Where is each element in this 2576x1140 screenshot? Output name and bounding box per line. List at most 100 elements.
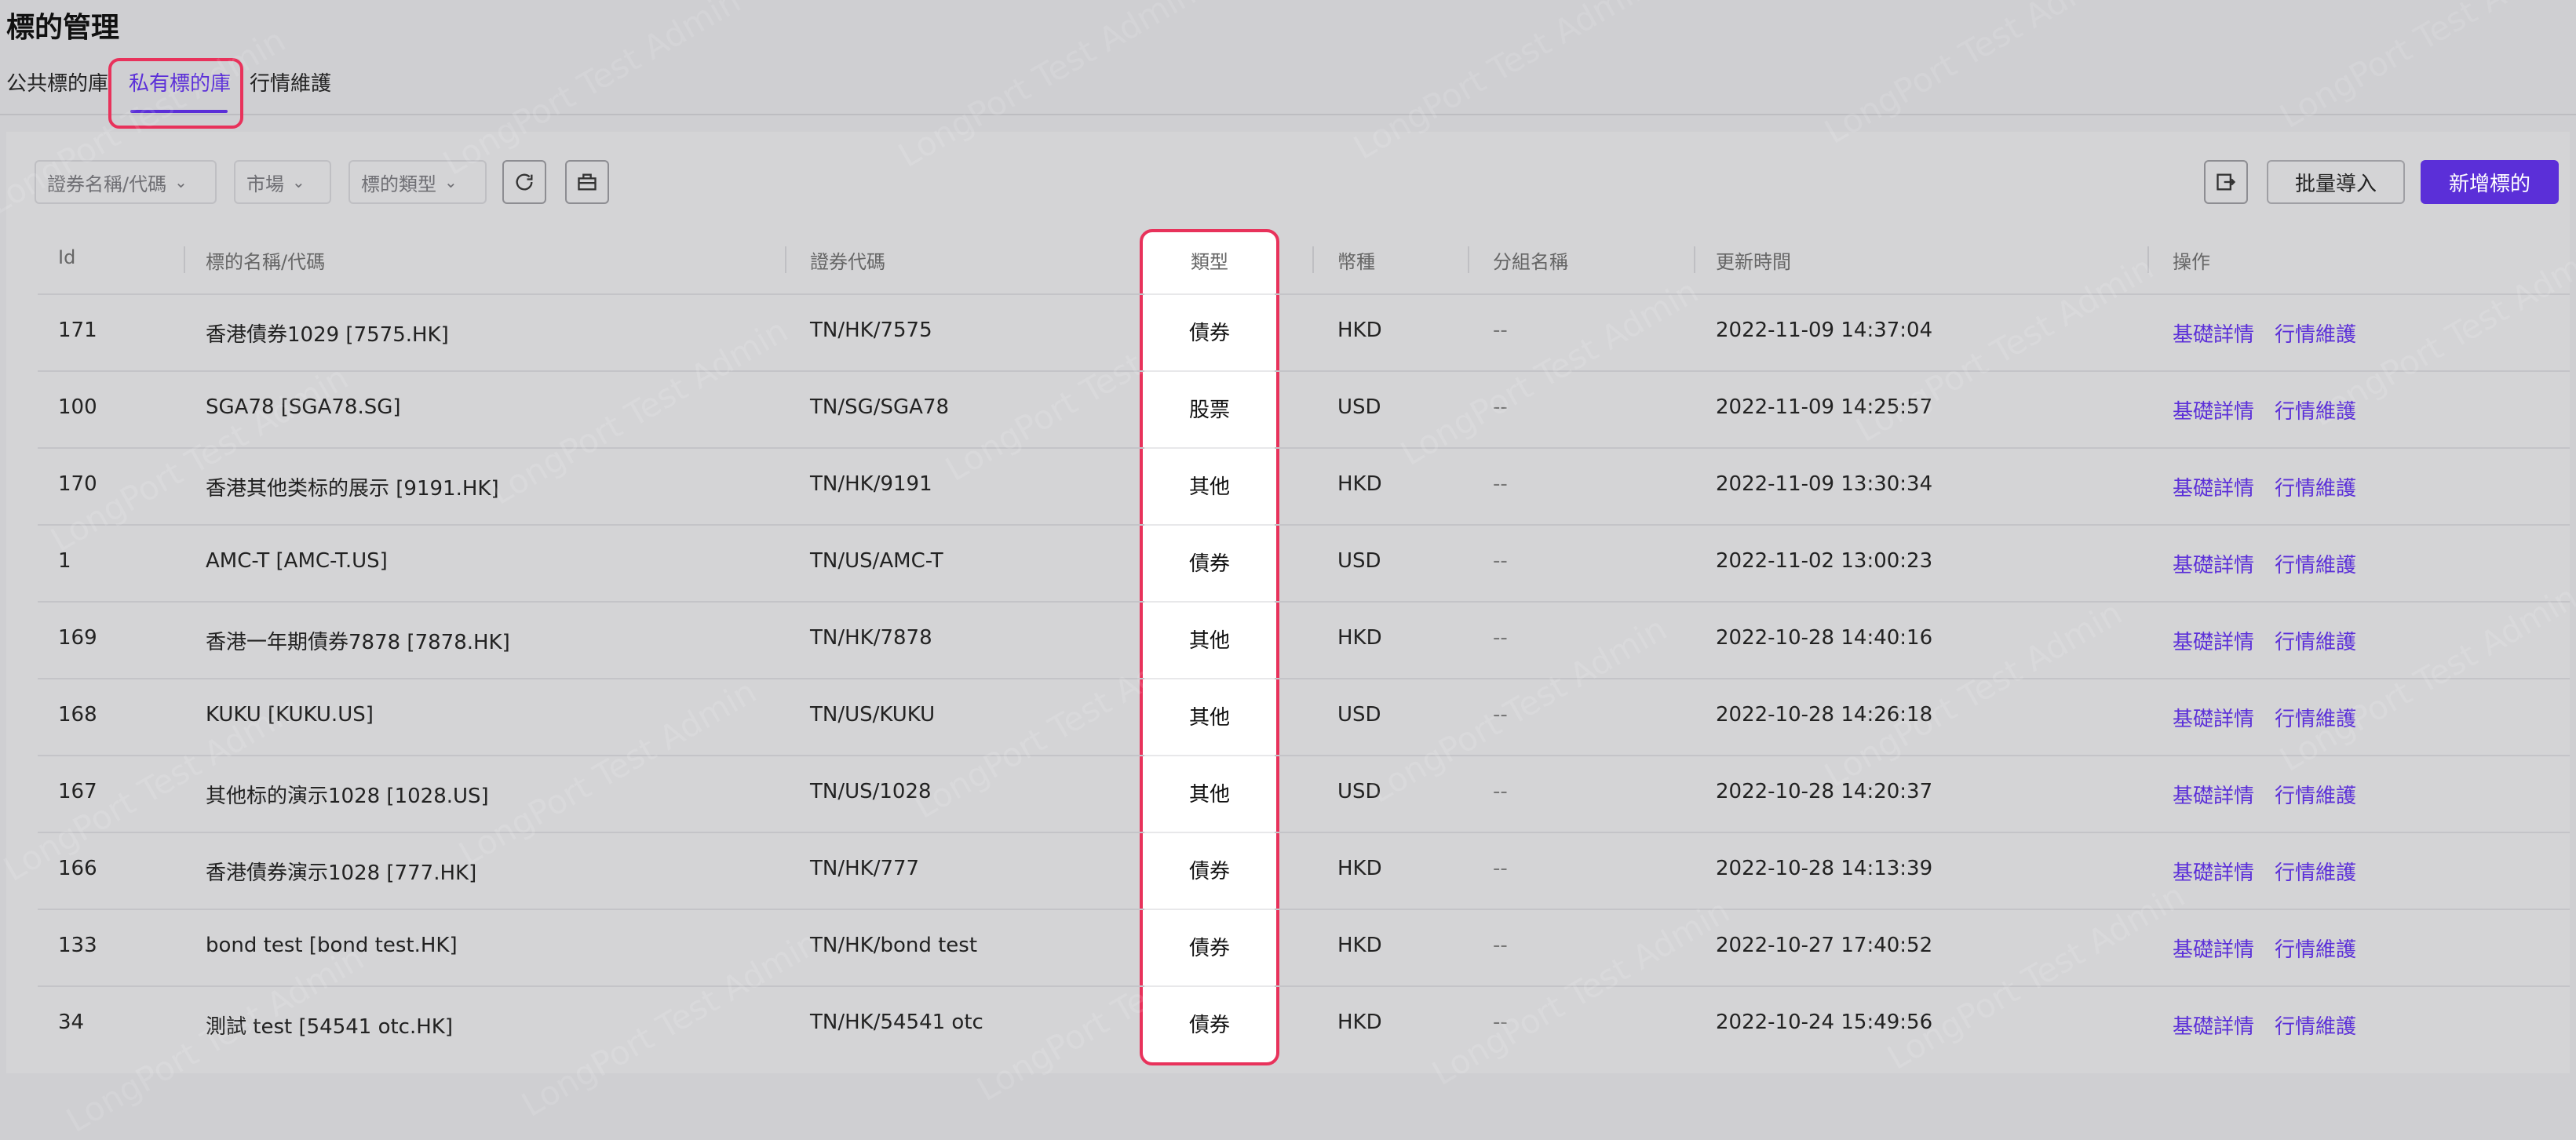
cell-name: 香港其他类标的展示 [9191.HK] — [206, 477, 499, 501]
cell-currency: HKD — [1337, 857, 1382, 880]
table-row: 169 香港一年期債券7878 [7878.HK] TN/HK/7878 HKD -- 2… — [38, 601, 2570, 679]
quote-maintenance-link[interactable]: 行情維護 — [2275, 857, 2356, 886]
chevron-down-icon: ⌄ — [174, 173, 188, 191]
cell-currency: USD — [1337, 549, 1381, 573]
cell-name: 其他标的演示1028 [1028.US] — [206, 785, 489, 808]
detail-link[interactable]: 基礎詳情 — [2173, 780, 2254, 809]
type-filter-select[interactable]: 標的類型 ⌄ — [348, 160, 487, 204]
cell-group: -- — [1493, 395, 1508, 419]
cell-updated: 2022-11-09 13:30:34 — [1716, 472, 1933, 496]
cell-name: 香港一年期債券7878 [7878.HK] — [206, 631, 510, 654]
export-button[interactable] — [2204, 160, 2248, 204]
security-filter-select[interactable]: 證券名稱/代碼 ⌄ — [35, 160, 217, 204]
quote-maintenance-link[interactable]: 行情維護 — [2275, 934, 2356, 963]
header-separator — [184, 246, 185, 273]
detail-link[interactable]: 基礎詳情 — [2173, 549, 2254, 578]
cell-type: 其他 — [1188, 475, 1230, 499]
export-icon — [2217, 173, 2236, 191]
market-filter-select[interactable]: 市場 ⌄ — [234, 160, 331, 204]
chevron-down-icon: ⌄ — [292, 173, 305, 191]
header-currency: 幣種 — [1337, 251, 1375, 273]
type-row-divider — [1144, 447, 1275, 449]
cell-group: -- — [1493, 319, 1508, 342]
type-row-divider — [1144, 909, 1275, 910]
detail-link[interactable]: 基礎詳情 — [2173, 626, 2254, 655]
header-code: 證券代碼 — [810, 251, 885, 273]
cell-currency: HKD — [1337, 626, 1382, 650]
cell-name: bond test [bond test.HK] — [206, 934, 458, 957]
header-separator — [1468, 246, 1469, 273]
detail-link[interactable]: 基礎詳情 — [2173, 319, 2254, 348]
type-row-divider — [1144, 524, 1275, 526]
detail-link[interactable]: 基礎詳情 — [2173, 934, 2254, 963]
quote-maintenance-link[interactable]: 行情維護 — [2275, 780, 2356, 809]
detail-link[interactable]: 基礎詳情 — [2173, 472, 2254, 501]
cell-code: TN/US/KUKU — [810, 703, 936, 727]
cell-name: AMC-T [AMC-T.US] — [206, 549, 388, 573]
cell-group: -- — [1493, 626, 1508, 650]
cell-group: -- — [1493, 472, 1508, 496]
cell-id: 171 — [58, 319, 97, 342]
cell-currency: USD — [1337, 395, 1381, 419]
batch-import-button[interactable]: 批量導入 — [2267, 160, 2405, 204]
quote-maintenance-link[interactable]: 行情維護 — [2275, 549, 2356, 578]
page-title: 標的管理 — [6, 12, 120, 44]
header-actions: 操作 — [2173, 251, 2210, 273]
tabs-divider — [0, 114, 2576, 115]
cell-updated: 2022-10-28 14:26:18 — [1716, 703, 1933, 727]
header-separator — [785, 246, 786, 273]
cell-id: 168 — [58, 703, 97, 727]
cell-type: 債券 — [1188, 1014, 1230, 1037]
table-header: Id 標的名稱/代碼 證券代碼 幣種 分組名稱 更新時間 操作 — [38, 229, 2570, 292]
header-separator — [2147, 246, 2149, 273]
type-row-divider — [1144, 985, 1275, 987]
cell-type: 其他 — [1188, 629, 1230, 653]
cell-updated: 2022-11-09 14:37:04 — [1716, 319, 1933, 342]
quote-maintenance-link[interactable]: 行情維護 — [2275, 472, 2356, 501]
cell-currency: USD — [1337, 780, 1381, 803]
refresh-button[interactable] — [502, 160, 546, 204]
table-row: 171 香港債券1029 [7575.HK] TN/HK/7575 HKD -- 2022… — [38, 293, 2570, 372]
type-row-divider — [1144, 678, 1275, 679]
quote-maintenance-link[interactable]: 行情維護 — [2275, 626, 2356, 655]
add-security-button[interactable]: 新增標的 — [2421, 160, 2559, 204]
header-group: 分組名稱 — [1493, 251, 1568, 273]
security-filter-label: 證券名稱/代碼 — [47, 173, 167, 195]
cell-updated: 2022-10-28 14:40:16 — [1716, 626, 1933, 650]
cell-type: 其他 — [1188, 783, 1230, 807]
cell-id: 166 — [58, 857, 97, 880]
tab-quote-maintenance[interactable]: 行情維護 — [250, 67, 331, 97]
table-row: 168 KUKU [KUKU.US] TN/US/KUKU USD -- 2022-10-… — [38, 678, 2570, 756]
type-row-divider — [1144, 293, 1275, 295]
detail-link[interactable]: 基礎詳情 — [2173, 1011, 2254, 1040]
quote-maintenance-link[interactable]: 行情維護 — [2275, 703, 2356, 732]
cell-type: 債券 — [1188, 860, 1230, 883]
cell-updated: 2022-10-24 15:49:56 — [1716, 1011, 1933, 1034]
cell-updated: 2022-11-09 14:25:57 — [1716, 395, 1933, 419]
table-row: 1 AMC-T [AMC-T.US] TN/US/AMC-T USD -- 2022-11… — [38, 524, 2570, 603]
cell-code: TN/US/AMC-T — [810, 549, 943, 573]
refresh-icon — [516, 173, 533, 191]
cell-type: 其他 — [1188, 706, 1230, 730]
cell-currency: USD — [1337, 703, 1381, 727]
table-row: 170 香港其他类标的展示 [9191.HK] TN/HK/9191 HKD -- 202… — [38, 447, 2570, 526]
quote-maintenance-link[interactable]: 行情維護 — [2275, 319, 2356, 348]
type-row-divider — [1144, 755, 1275, 756]
header-type: 類型 — [1191, 251, 1228, 273]
cell-name: 測試 test [54541 otc.HK] — [206, 1015, 453, 1039]
tab-public-library[interactable]: 公共標的庫 — [6, 67, 108, 97]
detail-link[interactable]: 基礎詳情 — [2173, 703, 2254, 732]
cell-id: 167 — [58, 780, 97, 803]
package-button[interactable] — [565, 160, 609, 204]
table-row: 133 bond test [bond test.HK] TN/HK/bond te… — [38, 909, 2570, 987]
cell-code: TN/HK/777 — [810, 857, 920, 880]
detail-link[interactable]: 基礎詳情 — [2173, 395, 2254, 424]
cell-group: -- — [1493, 1011, 1508, 1034]
cell-group: -- — [1493, 549, 1508, 573]
quote-maintenance-link[interactable]: 行情維護 — [2275, 1011, 2356, 1040]
quote-maintenance-link[interactable]: 行情維護 — [2275, 395, 2356, 424]
cell-name: 香港債券演示1028 [777.HK] — [206, 861, 477, 885]
detail-link[interactable]: 基礎詳情 — [2173, 857, 2254, 886]
cell-updated: 2022-10-28 14:20:37 — [1716, 780, 1933, 803]
cell-group: -- — [1493, 857, 1508, 880]
